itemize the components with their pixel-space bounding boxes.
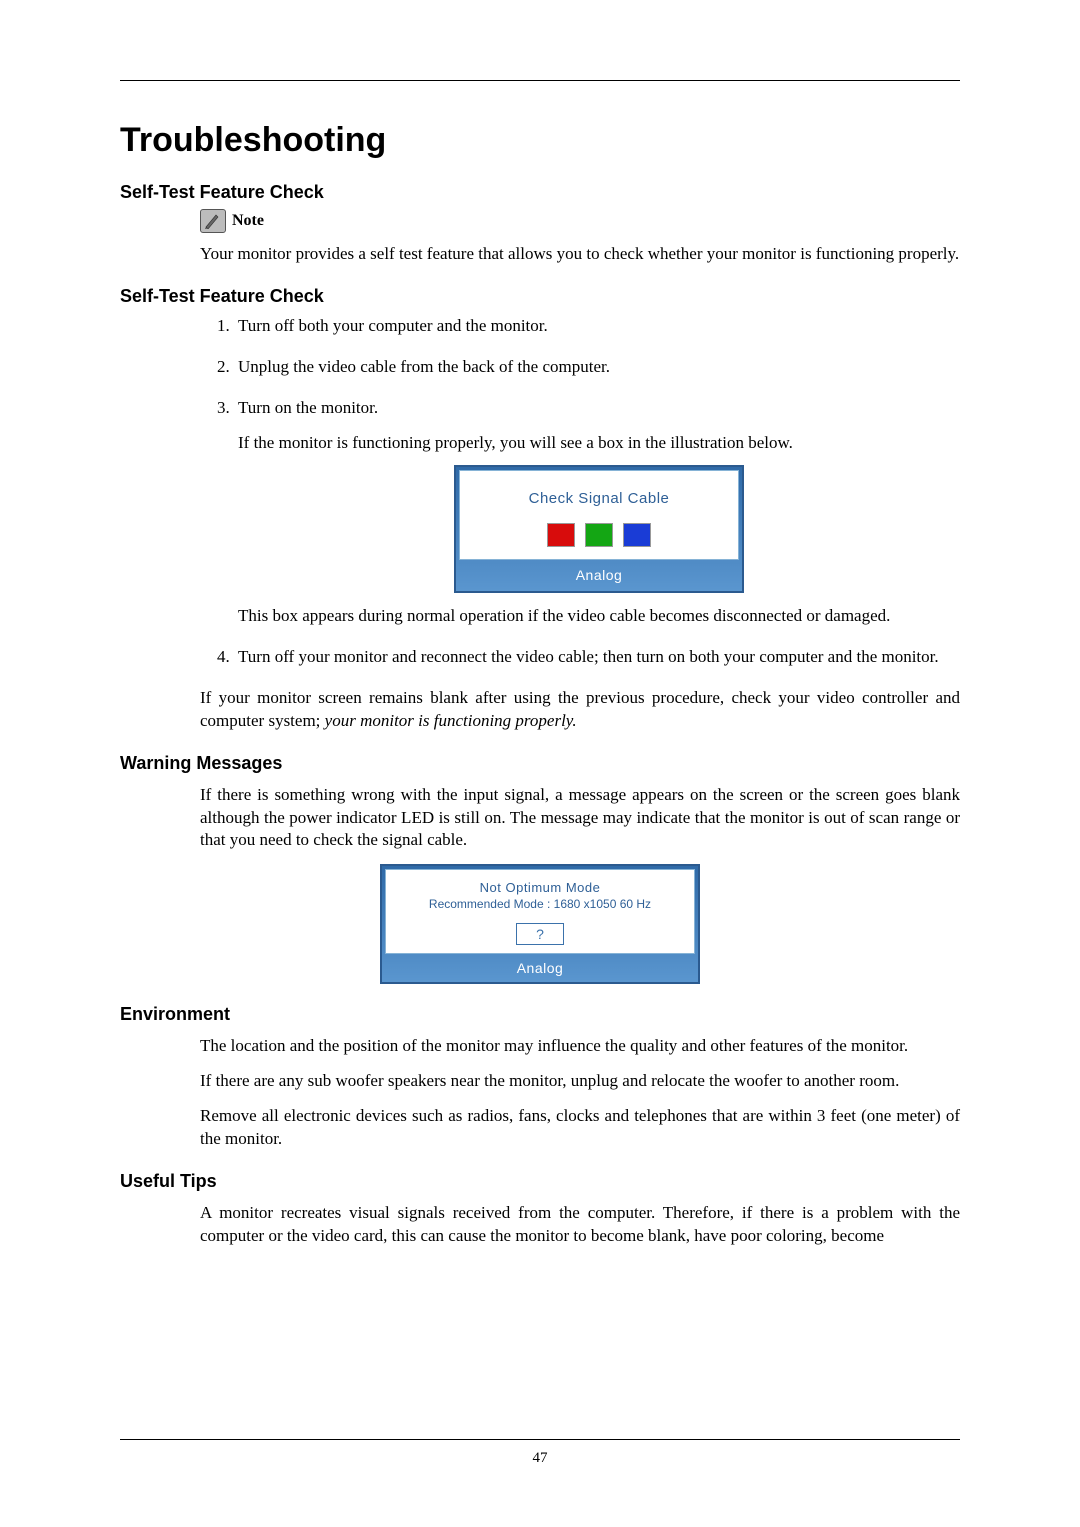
page-title: Troubleshooting [120, 121, 960, 160]
section-usefultips: Useful Tips [120, 1171, 960, 1192]
step-4: Turn off your monitor and reconnect the … [234, 646, 960, 669]
note-paragraph: Your monitor provides a self test featur… [200, 243, 960, 266]
post-steps-plain: If your monitor screen remains blank aft… [200, 688, 960, 730]
step-1-text: Turn off both your computer and the moni… [238, 316, 548, 335]
dialog2-footer: Analog [385, 954, 695, 979]
step-3: Turn on the monitor. If the monitor is f… [234, 397, 960, 628]
section-selftest-1: Self-Test Feature Check [120, 182, 960, 203]
dialog2-qmark: ? [516, 923, 564, 945]
dialog2-line1: Not Optimum Mode [392, 880, 688, 895]
swatch-blue [623, 523, 651, 547]
check-signal-cable-dialog: Check Signal Cable Analog [454, 465, 744, 593]
page-number: 47 [120, 1450, 960, 1467]
env-p2: If there are any sub woofer speakers nea… [200, 1070, 960, 1093]
section-selftest-2: Self-Test Feature Check [120, 286, 960, 307]
env-p3: Remove all electronic devices such as ra… [200, 1105, 960, 1151]
post-steps-italic: your monitor is functioning properly. [325, 711, 577, 730]
post-steps-paragraph: If your monitor screen remains blank aft… [200, 687, 960, 733]
step-3-sub1: If the monitor is functioning properly, … [238, 432, 960, 455]
step-1: Turn off both your computer and the moni… [234, 315, 960, 338]
note-label: Note [232, 212, 264, 230]
dialog2-line2: Recommended Mode : 1680 x1050 60 Hz [392, 897, 688, 911]
env-p1: The location and the position of the mon… [200, 1035, 960, 1058]
swatch-green [585, 523, 613, 547]
warning-paragraph: If there is something wrong with the inp… [200, 784, 960, 853]
dialog1-line: Check Signal Cable [468, 489, 730, 509]
bottom-rule [120, 1439, 960, 1440]
dialog1-footer: Analog [459, 560, 739, 588]
step-3-text: Turn on the monitor. [238, 398, 378, 417]
section-warning: Warning Messages [120, 753, 960, 774]
step-2-text: Unplug the video cable from the back of … [238, 357, 610, 376]
not-optimum-mode-dialog: Not Optimum Mode Recommended Mode : 1680… [380, 864, 700, 984]
tips-p1: A monitor recreates visual signals recei… [200, 1202, 960, 1248]
top-rule [120, 80, 960, 81]
rgb-swatches [468, 523, 730, 547]
swatch-red [547, 523, 575, 547]
step-4-text: Turn off your monitor and reconnect the … [238, 647, 939, 666]
step-2: Unplug the video cable from the back of … [234, 356, 960, 379]
section-environment: Environment [120, 1004, 960, 1025]
note-icon [200, 209, 226, 233]
step-3-sub2: This box appears during normal operation… [238, 605, 960, 628]
